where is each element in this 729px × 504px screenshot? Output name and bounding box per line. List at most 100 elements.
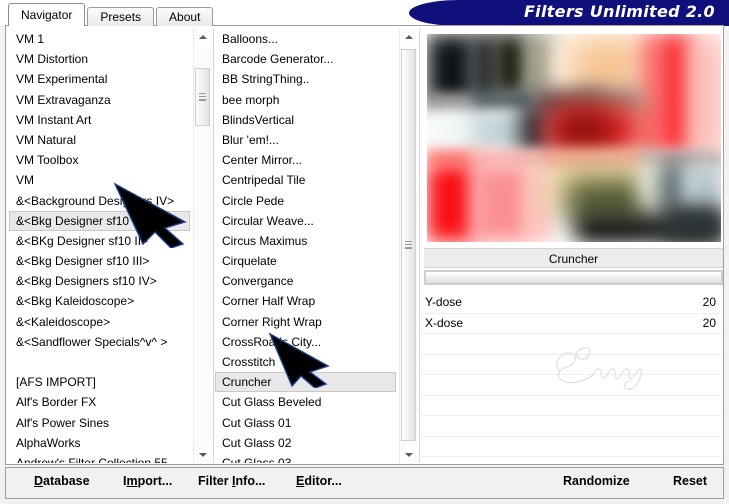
filter-list-item[interactable]: Cut Glass 01 bbox=[215, 413, 396, 433]
filter-list-label: Cut Glass Beveled bbox=[222, 395, 322, 410]
filter-list-label: Center Mirror... bbox=[222, 153, 303, 168]
scrollbar-thumb[interactable] bbox=[401, 49, 416, 441]
category-list-item[interactable]: Alf's Power Sines bbox=[9, 413, 190, 433]
filter-list-label: Cut Glass 03 bbox=[222, 455, 292, 463]
bottom-toolbar: Database Import... Filter Info... Editor… bbox=[5, 467, 724, 499]
filter-preview-image[interactable] bbox=[427, 34, 721, 242]
filter-list-item[interactable]: Circle Pede bbox=[215, 191, 396, 211]
category-list-item[interactable]: Andrew's Filter Collection 55 bbox=[9, 453, 190, 463]
randomize-button[interactable]: Randomize bbox=[563, 474, 630, 488]
parameter-value: 20 bbox=[702, 295, 716, 309]
parameter-row-empty bbox=[421, 416, 722, 437]
parameter-row[interactable]: Y-dose 20 bbox=[421, 293, 722, 314]
filter-list-item[interactable]: Cut Glass 02 bbox=[215, 433, 396, 453]
filter-list[interactable]: Balloons... Barcode Generator... BB String… bbox=[215, 29, 396, 463]
category-list[interactable]: VM 1 VM Distortion VM Experimental VM Extra… bbox=[9, 29, 190, 463]
filter-list-item[interactable]: Cut Glass 03 bbox=[215, 453, 396, 463]
category-list-item[interactable]: VM Distortion bbox=[9, 49, 190, 69]
category-list-label: VM 1 bbox=[16, 32, 45, 46]
database-button[interactable]: Database bbox=[34, 474, 90, 488]
category-list-item[interactable]: &<BKg Designer sf10 II> bbox=[9, 231, 190, 251]
category-list-label: VM Natural bbox=[16, 132, 77, 147]
pane-divider-2 bbox=[419, 29, 420, 463]
category-list-item[interactable]: &<Bkg Designer sf10 I> bbox=[9, 210, 190, 231]
category-list-item[interactable]: VM Experimental bbox=[9, 69, 190, 89]
category-list-item[interactable]: &<Background Designers IV> bbox=[9, 191, 190, 211]
category-list-item[interactable]: [AFS IMPORT] bbox=[9, 372, 190, 392]
category-list-item[interactable]: VM Extravaganza bbox=[9, 90, 190, 110]
category-list-item[interactable]: &<Bkg Designers sf10 IV> bbox=[9, 271, 190, 291]
chevron-up-icon[interactable] bbox=[194, 29, 211, 46]
filter-list-label: Barcode Generator... bbox=[222, 52, 334, 67]
filter-list-label: Crosstitch bbox=[222, 355, 276, 369]
filter-list-label: Cut Glass 01 bbox=[222, 415, 292, 430]
category-list-item[interactable]: VM Instant Art bbox=[9, 110, 190, 130]
category-list-item[interactable]: VM 1 bbox=[9, 29, 190, 49]
reset-button[interactable]: Reset bbox=[673, 474, 707, 488]
filter-list-item[interactable]: Cut Glass Beveled bbox=[215, 392, 396, 412]
chevron-down-icon[interactable] bbox=[400, 446, 417, 463]
filter-list-label: bee morph bbox=[222, 92, 280, 107]
filter-list-item[interactable]: Convergance bbox=[215, 271, 396, 291]
category-list-label: VM bbox=[16, 173, 34, 188]
parameter-row-empty bbox=[421, 457, 722, 463]
filter-list-label: Corner Right Wrap bbox=[222, 314, 322, 329]
filter-list-item[interactable]: Circular Weave... bbox=[215, 211, 396, 231]
parameter-row[interactable]: X-dose 20 bbox=[421, 314, 722, 334]
filter-list-label: Corner Half Wrap bbox=[222, 294, 316, 309]
filter-list-pane: Balloons... Barcode Generator... BB String… bbox=[215, 29, 418, 463]
filter-list-item[interactable]: Centripedal Tile bbox=[215, 170, 396, 190]
category-list-item[interactable]: &<Bkg Kaleidoscope> bbox=[9, 291, 190, 311]
hscrollbar-thumb[interactable] bbox=[425, 271, 722, 284]
filter-list-item[interactable]: BlindsVertical bbox=[215, 110, 396, 130]
category-list-label: &<Bkg Designer sf10 I> bbox=[16, 213, 143, 228]
category-list-label: Alf's Border FX bbox=[16, 395, 97, 410]
category-list-item[interactable]: AlphaWorks bbox=[9, 433, 190, 453]
parameter-value: 20 bbox=[702, 315, 716, 330]
category-list-item[interactable]: VM bbox=[9, 170, 190, 190]
filter-list-scrollbar[interactable] bbox=[399, 29, 417, 463]
category-list-item[interactable]: Alf's Border FX bbox=[9, 392, 190, 412]
category-list-item[interactable]: &<Sandflower Specials^v^ > bbox=[9, 332, 190, 352]
category-list-item[interactable]: &<Bkg Designer sf10 III> bbox=[9, 251, 190, 271]
filter-list-item[interactable]: Corner Half Wrap bbox=[215, 291, 396, 311]
filter-list-label: Convergance bbox=[222, 274, 294, 289]
parameter-row-empty bbox=[421, 375, 722, 396]
scrollbar-thumb[interactable] bbox=[195, 68, 210, 126]
filters-unlimited-window: Filters Unlimited 2.0 Navigator Presets … bbox=[0, 0, 729, 504]
parameter-row-empty bbox=[421, 396, 722, 416]
category-list-item[interactable]: &<Kaleidoscope> bbox=[9, 312, 190, 332]
tab-navigator[interactable]: Navigator bbox=[8, 3, 86, 26]
category-list-item bbox=[9, 352, 190, 372]
category-list-item[interactable]: VM Natural bbox=[9, 130, 190, 150]
chevron-up-icon[interactable] bbox=[400, 29, 417, 46]
filter-list-label: BB StringThing.. bbox=[222, 72, 310, 87]
tab-about[interactable]: About bbox=[156, 7, 214, 26]
editor-button[interactable]: Editor... bbox=[296, 474, 342, 488]
filter-list-item[interactable]: Cruncher bbox=[215, 372, 396, 393]
filter-list-item[interactable]: Cirquelate bbox=[215, 251, 396, 271]
filter-list-item[interactable]: CrossRoads City... bbox=[215, 332, 396, 352]
filter-list-item[interactable]: Center Mirror... bbox=[215, 150, 396, 170]
filter-list-item[interactable]: bee morph bbox=[215, 90, 396, 110]
filter-list-item[interactable]: Circus Maximus bbox=[215, 231, 396, 251]
filter-list-label: Circle Pede bbox=[222, 193, 285, 208]
filter-list-item[interactable]: Corner Right Wrap bbox=[215, 312, 396, 332]
category-list-label: &<Background Designers IV> bbox=[16, 193, 175, 208]
tab-presets[interactable]: Presets bbox=[87, 7, 155, 26]
filter-info-button[interactable]: Filter Info... bbox=[198, 474, 265, 488]
filter-list-label: CrossRoads City... bbox=[222, 334, 322, 349]
preview-hscrollbar[interactable] bbox=[424, 270, 723, 285]
category-list-item[interactable]: VM Toolbox bbox=[9, 150, 190, 170]
import-button[interactable]: Import... bbox=[123, 474, 172, 488]
filter-list-item[interactable]: Blur 'em!... bbox=[215, 130, 396, 150]
filter-list-item[interactable]: Barcode Generator... bbox=[215, 49, 396, 69]
filter-list-item[interactable]: Crosstitch bbox=[215, 352, 396, 372]
filter-list-item[interactable]: BB StringThing.. bbox=[215, 69, 396, 89]
filter-list-item[interactable]: Balloons... bbox=[215, 29, 396, 49]
category-list-label: VM Instant Art bbox=[16, 112, 92, 127]
category-list-scrollbar[interactable] bbox=[193, 29, 211, 463]
filter-list-label: Blur 'em!... bbox=[222, 132, 279, 147]
chevron-down-icon[interactable] bbox=[194, 446, 211, 463]
category-list-label: &<Sandflower Specials^v^ > bbox=[16, 334, 168, 349]
